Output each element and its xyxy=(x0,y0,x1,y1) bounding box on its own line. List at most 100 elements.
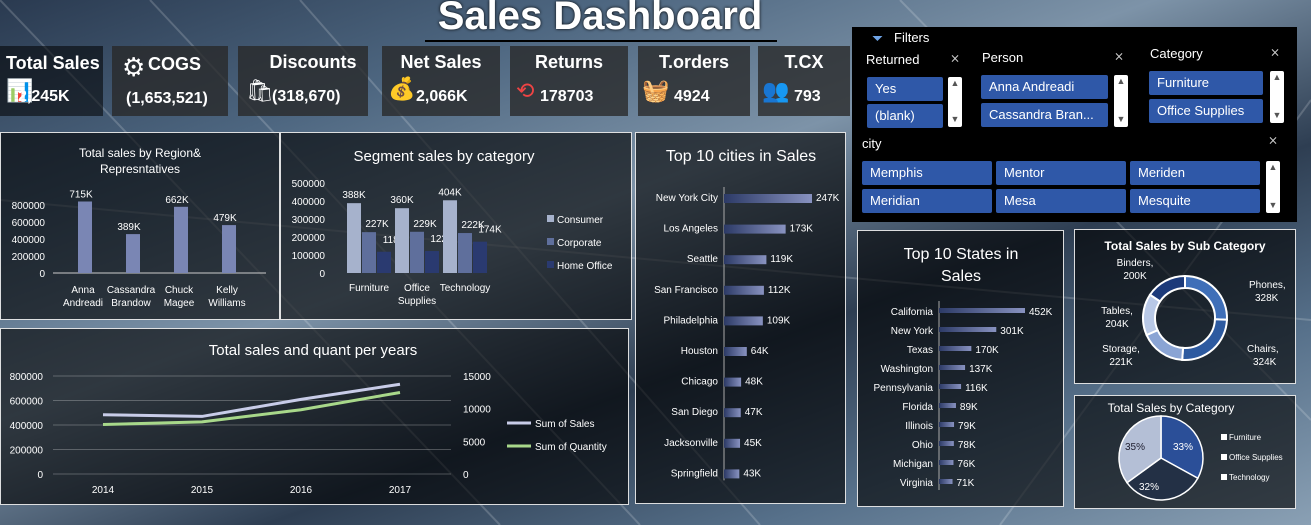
y-tick-label: New York City xyxy=(656,193,718,204)
bar xyxy=(939,308,1025,313)
data-label: 64K xyxy=(751,346,769,357)
filter-city-mesquite[interactable]: Mesquite xyxy=(1130,189,1260,213)
bar xyxy=(362,232,376,273)
data-label: 48K xyxy=(745,377,763,388)
bar xyxy=(724,438,741,448)
kpi-cogs: ⚙ COGS (1,653,521) xyxy=(112,46,228,116)
filter-city-meridian[interactable]: Meridian xyxy=(862,189,992,213)
bar xyxy=(473,241,487,273)
data-label: 79K xyxy=(958,421,976,432)
kpi-label: T.orders xyxy=(658,52,730,72)
kpi-value: (318,670) xyxy=(272,88,341,105)
kpi-discounts: Discounts 🛍 (318,670) xyxy=(238,46,368,116)
bar xyxy=(347,203,361,273)
y-tick-label: New York xyxy=(891,326,934,337)
region-chart: Total sales by Region&Represntatives 8000… xyxy=(12,146,266,309)
legend-label: Sum of Quantity xyxy=(535,442,607,453)
data-label: 109K xyxy=(767,315,791,326)
legend-label: Corporate xyxy=(557,238,602,249)
donut-slice xyxy=(1181,318,1229,361)
filter-city-mentor[interactable]: Mentor xyxy=(996,161,1126,185)
chart-title: Total Sales by Category xyxy=(1108,401,1235,415)
filter-person-anna[interactable]: Anna Andreadi xyxy=(981,75,1108,99)
legend-swatch xyxy=(1221,434,1227,440)
data-label: 174K xyxy=(478,225,502,236)
y-tick-label: Springfield xyxy=(671,468,718,479)
y-tick-label: Washington xyxy=(881,364,933,375)
x-tick-label: Supplies xyxy=(398,296,436,307)
bar xyxy=(939,327,997,332)
bar xyxy=(458,233,472,273)
data-label: 452K xyxy=(1029,307,1053,318)
data-label: Storage, xyxy=(1102,344,1140,355)
clear-filter-icon[interactable]: ⨯ xyxy=(950,51,960,65)
region-chart-panel: Total sales by Region& Represntatives 8000… xyxy=(0,132,280,320)
bar xyxy=(939,460,954,465)
y-tick-label: Michigan xyxy=(893,459,933,470)
y-tick-label: 600000 xyxy=(12,218,46,229)
money-bag-icon: 💰 xyxy=(388,76,416,101)
y-tick-label: Ohio xyxy=(912,440,934,451)
legend-label: Home Office xyxy=(557,261,613,272)
bar xyxy=(425,251,439,273)
bar xyxy=(724,194,812,203)
bar xyxy=(724,377,742,387)
x-tick-label: 2016 xyxy=(290,485,313,496)
y-tick-label: 0 xyxy=(37,470,43,481)
subcat-chart: Total Sales by Sub Category Phones, 328K Ch… xyxy=(1101,239,1286,368)
data-label: 229K xyxy=(413,219,437,230)
kpi-label: Net Sales xyxy=(400,52,482,72)
chart-title: Represntatives xyxy=(100,162,180,176)
data-label: 45K xyxy=(744,438,762,449)
x-tick-label: Office xyxy=(404,283,430,294)
bar xyxy=(939,422,955,427)
filter-city-memphis[interactable]: Memphis xyxy=(862,161,992,185)
y-tick-label: Florida xyxy=(902,402,933,413)
basket-icon: 🧺 xyxy=(642,78,670,103)
data-label: 71K xyxy=(957,478,975,489)
y2-tick-label: 10000 xyxy=(463,405,491,416)
data-label: 221K xyxy=(1109,357,1133,368)
bar xyxy=(939,384,962,389)
person-scrollbar[interactable]: ▲ ▼ xyxy=(1114,75,1128,127)
category-scrollbar[interactable]: ▲ ▼ xyxy=(1270,71,1284,123)
filter-category-furniture[interactable]: Furniture xyxy=(1149,71,1263,95)
data-label: 360K xyxy=(390,195,414,206)
y-tick-label: Los Angeles xyxy=(664,224,719,235)
clear-filter-icon[interactable]: ⨯ xyxy=(1114,49,1124,63)
y-tick-label: Texas xyxy=(907,345,933,356)
data-label: Tables, xyxy=(1101,306,1133,317)
filter-returned-yes[interactable]: Yes xyxy=(867,77,943,101)
filters-panel: ⏷ Filters Returned ⨯ Yes (blank) ▲ ▼ Pers… xyxy=(852,27,1297,222)
bar xyxy=(724,469,740,479)
years-chart: Total sales and quant per years 800000 600… xyxy=(10,342,607,496)
y-tick-label: 100000 xyxy=(292,251,326,262)
person-filter-label: Person xyxy=(982,50,1024,65)
returned-scrollbar[interactable]: ▲ ▼ xyxy=(948,77,962,127)
filter-person-cassandra[interactable]: Cassandra Bran... xyxy=(981,103,1108,127)
returned-filter-label: Returned xyxy=(866,52,920,67)
clear-filter-icon[interactable]: ⨯ xyxy=(1270,45,1280,59)
data-label: 43K xyxy=(743,468,761,479)
data-label: 76K xyxy=(957,459,975,470)
y-tick-label: Chicago xyxy=(681,377,718,388)
donut-slice xyxy=(1148,274,1186,303)
city-scrollbar[interactable]: ▲ ▼ xyxy=(1266,161,1280,213)
filter-city-mesa[interactable]: Mesa xyxy=(996,189,1126,213)
kpi-value: 4924 xyxy=(674,88,710,105)
filter-returned-blank[interactable]: (blank) xyxy=(867,104,943,128)
kpi-total-sales: Total Sales 📊 2,245K xyxy=(0,46,103,116)
data-label: 119K xyxy=(770,254,793,265)
y-tick-label: Virginia xyxy=(900,478,934,489)
clear-filter-icon[interactable]: ⨯ xyxy=(1268,133,1278,147)
filter-category-office[interactable]: Office Supplies xyxy=(1149,99,1263,123)
y-tick-label: 800000 xyxy=(10,372,44,383)
data-label: 33% xyxy=(1173,442,1193,453)
shopping-bag-icon: 🛍 xyxy=(246,78,274,103)
bar xyxy=(78,201,92,273)
bar xyxy=(939,479,953,484)
data-label: Binders, xyxy=(1117,258,1154,269)
y-tick-label: 400000 xyxy=(292,197,326,208)
bar xyxy=(939,346,972,351)
filter-city-meriden[interactable]: Meriden xyxy=(1130,161,1260,185)
